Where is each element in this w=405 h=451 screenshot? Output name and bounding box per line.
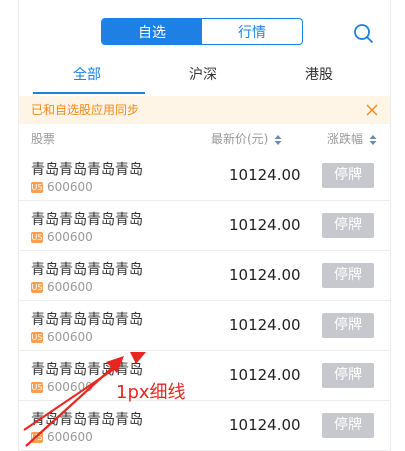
sync-notice-bar: 已和自选股应用同步: [19, 96, 390, 124]
search-icon[interactable]: [352, 22, 374, 44]
stock-price: 10124.00: [229, 416, 301, 434]
subtab-hk[interactable]: 港股: [269, 60, 369, 92]
code-value: 600600: [47, 430, 93, 444]
col-change-label: 涨跌幅: [327, 132, 364, 146]
list-item[interactable]: 青岛青岛青岛青岛 US 600600 10124.00 停牌: [19, 151, 390, 201]
stock-code: US 600600: [31, 430, 93, 444]
status-badge: 停牌: [322, 413, 374, 438]
notice-text: 已和自选股应用同步: [31, 103, 140, 117]
stock-price: 10124.00: [229, 316, 301, 334]
stock-list: 青岛青岛青岛青岛 US 600600 10124.00 停牌 青岛青岛青岛青岛 U…: [19, 151, 390, 451]
stock-code: US 600600: [31, 380, 93, 394]
active-tab-underline: [33, 92, 145, 94]
status-badge: 停牌: [322, 163, 374, 188]
list-item[interactable]: 青岛青岛青岛青岛 US 600600 10124.00 停牌: [19, 351, 390, 401]
stock-name: 青岛青岛青岛青岛: [31, 362, 143, 378]
app-frame: 自选 行情 全部 沪深 港股 已和自选股应用同步 股票 最新价(元) 涨跌幅 青…: [18, 0, 391, 451]
col-price-label: 最新价(元): [211, 132, 269, 146]
stock-name: 青岛青岛青岛青岛: [31, 412, 143, 428]
code-value: 600600: [47, 180, 93, 194]
annotation-label: 1px细线: [116, 382, 186, 403]
stock-name: 青岛青岛青岛青岛: [31, 212, 143, 228]
tab-market[interactable]: 行情: [202, 19, 302, 44]
col-price[interactable]: 最新价(元): [211, 127, 282, 151]
col-stock: 股票: [31, 132, 56, 146]
code-value: 600600: [47, 380, 93, 394]
market-badge: US: [31, 282, 43, 293]
stock-price: 10124.00: [229, 166, 301, 184]
market-badge: US: [31, 332, 43, 343]
list-item[interactable]: 青岛青岛青岛青岛 US 600600 10124.00 停牌: [19, 251, 390, 301]
stock-name: 青岛青岛青岛青岛: [31, 162, 143, 178]
subtab-all[interactable]: 全部: [37, 60, 137, 92]
code-value: 600600: [47, 280, 93, 294]
sub-tabs: 全部 沪深 港股: [19, 60, 390, 96]
sort-icon: [369, 134, 377, 145]
code-value: 600600: [47, 330, 93, 344]
top-segmented-control: 自选 行情: [101, 18, 303, 45]
market-badge: US: [31, 432, 43, 443]
sort-icon: [274, 134, 282, 145]
stock-code: US 600600: [31, 180, 93, 194]
stock-name: 青岛青岛青岛青岛: [31, 312, 143, 328]
col-change[interactable]: 涨跌幅: [327, 127, 377, 151]
stock-code: US 600600: [31, 330, 93, 344]
stock-price: 10124.00: [229, 216, 301, 234]
status-badge: 停牌: [322, 263, 374, 288]
stock-code: US 600600: [31, 230, 93, 244]
list-item[interactable]: 青岛青岛青岛青岛 US 600600 10124.00 停牌: [19, 201, 390, 251]
code-value: 600600: [47, 230, 93, 244]
status-badge: 停牌: [322, 313, 374, 338]
market-badge: US: [31, 182, 43, 193]
stock-name: 青岛青岛青岛青岛: [31, 262, 143, 278]
market-badge: US: [31, 232, 43, 243]
list-item[interactable]: 青岛青岛青岛青岛 US 600600 10124.00 停牌: [19, 301, 390, 351]
tab-watchlist[interactable]: 自选: [102, 19, 202, 44]
stock-price: 10124.00: [229, 266, 301, 284]
stock-price: 10124.00: [229, 366, 301, 384]
list-item[interactable]: 青岛青岛青岛青岛 US 600600 10124.00 停牌: [19, 401, 390, 451]
subtab-shsz[interactable]: 沪深: [153, 60, 253, 92]
list-header: 股票 最新价(元) 涨跌幅: [19, 127, 390, 151]
status-badge: 停牌: [322, 213, 374, 238]
status-badge: 停牌: [322, 363, 374, 388]
stock-code: US 600600: [31, 280, 93, 294]
market-badge: US: [31, 382, 43, 393]
